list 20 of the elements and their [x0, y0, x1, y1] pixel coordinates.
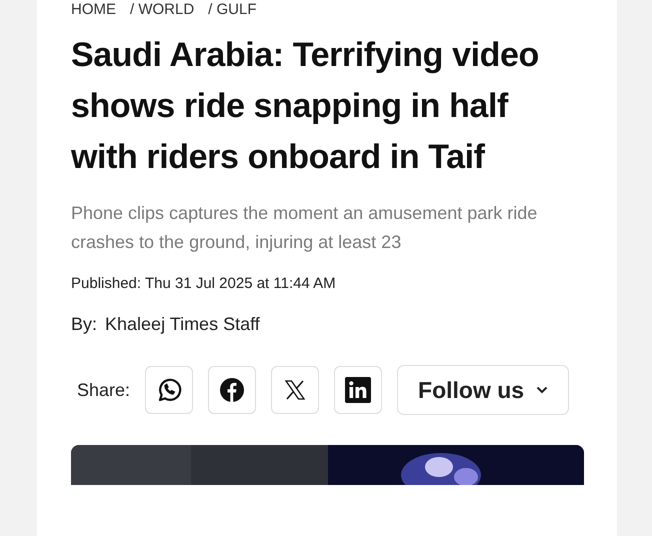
follow-us-button[interactable]: Follow us: [397, 365, 570, 415]
whatsapp-icon: [156, 377, 182, 403]
breadcrumb-link[interactable]: / GULF: [208, 0, 257, 18]
share-button[interactable]: [145, 366, 194, 414]
share-button[interactable]: [271, 366, 320, 414]
author-link[interactable]: Khaleej Times Staff: [105, 314, 260, 335]
x-logo-icon: [284, 379, 306, 401]
linkedin-icon: [345, 377, 372, 403]
article-summary: Phone clips captures the moment an amusement park ride crashes to the ground, injuring at least 23: [71, 202, 538, 254]
chevron-down-icon: [536, 386, 548, 394]
share-button[interactable]: [208, 366, 256, 414]
facebook-icon: [219, 377, 246, 403]
article-headline: Saudi Arabia: Terrifying video shows ride snapping in half with riders onboard in Taif: [71, 35, 540, 178]
breadcrumb-link[interactable]: / WORLD: [130, 0, 194, 18]
share-label: Share:: [77, 380, 130, 400]
breadcrumb-link[interactable]: HOME: [71, 0, 116, 18]
share-button[interactable]: [334, 366, 382, 414]
published-label: Published:: [71, 275, 142, 292]
byline-label: By:: [71, 314, 98, 335]
published-date: Thu 31 Jul 2025 at 11:44 AM: [144, 275, 336, 292]
